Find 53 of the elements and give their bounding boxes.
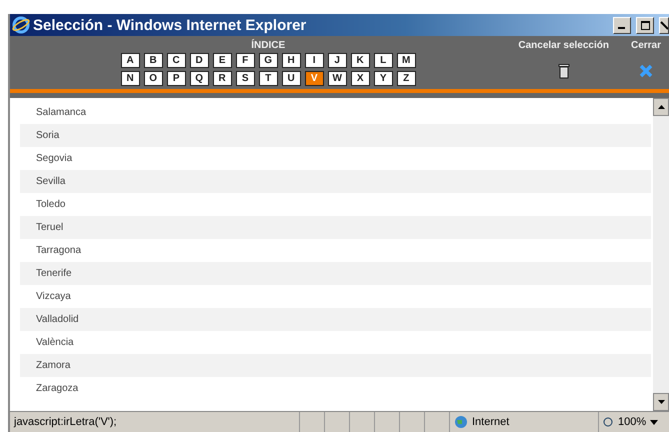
status-text: javascript:irLetra('V');	[14, 416, 117, 428]
letter-button[interactable]: G	[258, 53, 278, 68]
dropdown-caret-icon[interactable]	[650, 420, 658, 424]
letter-button[interactable]: D	[190, 53, 209, 68]
letter-button[interactable]: T	[258, 71, 278, 86]
letter-button[interactable]: I	[304, 53, 324, 68]
letter-button[interactable]: S	[236, 71, 255, 86]
letter-button[interactable]: M	[396, 53, 416, 68]
minimize-button[interactable]	[613, 16, 631, 34]
browser-logo-icon	[12, 16, 30, 34]
maximize-button[interactable]	[636, 16, 654, 34]
close-icon[interactable]	[660, 20, 668, 30]
letter-button[interactable]: Q	[190, 71, 209, 86]
letter-button[interactable]: O	[144, 71, 163, 86]
window-title: Selección - Windows Internet Explorer	[33, 16, 308, 34]
action-label[interactable]: Cancelar selección	[518, 40, 609, 51]
maximize-icon[interactable]	[640, 20, 650, 30]
list-item[interactable]: Tenerife	[20, 262, 651, 285]
letter-button[interactable]: R	[212, 71, 232, 86]
up-arrow-icon[interactable]	[658, 105, 664, 109]
action-label[interactable]: Cerrar	[630, 40, 661, 51]
scrollbar[interactable]	[653, 98, 669, 411]
globe-icon	[454, 415, 468, 429]
scroll-down-button[interactable]	[653, 393, 669, 411]
letter-button[interactable]: P	[166, 71, 186, 86]
list-item[interactable]: Sevilla	[20, 170, 651, 193]
list-item[interactable]: Zamora	[20, 354, 651, 377]
index-title: ÍNDICE	[251, 40, 286, 51]
list-item[interactable]: Soria	[20, 124, 651, 147]
scroll-up-button[interactable]	[653, 98, 669, 116]
letter-button[interactable]: X	[350, 71, 370, 86]
letter-button[interactable]: B	[144, 53, 163, 68]
letter-button[interactable]: W	[328, 71, 347, 86]
list-item[interactable]: Teruel	[20, 216, 651, 239]
letter-button[interactable]: J	[328, 53, 347, 68]
letter-button[interactable]: L	[374, 53, 393, 68]
letter-button[interactable]: Y	[374, 71, 393, 86]
zoom-level[interactable]: 100%	[618, 416, 646, 428]
zone-text: Internet	[472, 416, 510, 428]
zoom-icon	[603, 416, 614, 428]
close-button[interactable]	[659, 16, 669, 34]
letter-button[interactable]: N	[120, 71, 140, 86]
list-item[interactable]: Valladolid	[20, 308, 651, 331]
letter-button[interactable]: E	[212, 53, 232, 68]
down-arrow-icon[interactable]	[658, 400, 664, 404]
letter-button[interactable]: H	[282, 53, 301, 68]
letter-button[interactable]: Z	[396, 71, 416, 86]
letter-button[interactable]: A	[120, 53, 140, 68]
letter-button[interactable]: K	[350, 53, 370, 68]
letter-button[interactable]: U	[282, 71, 301, 86]
letter-button[interactable]: F	[236, 53, 255, 68]
trash-icon[interactable]	[558, 63, 570, 79]
letter-button[interactable]: C	[166, 53, 186, 68]
